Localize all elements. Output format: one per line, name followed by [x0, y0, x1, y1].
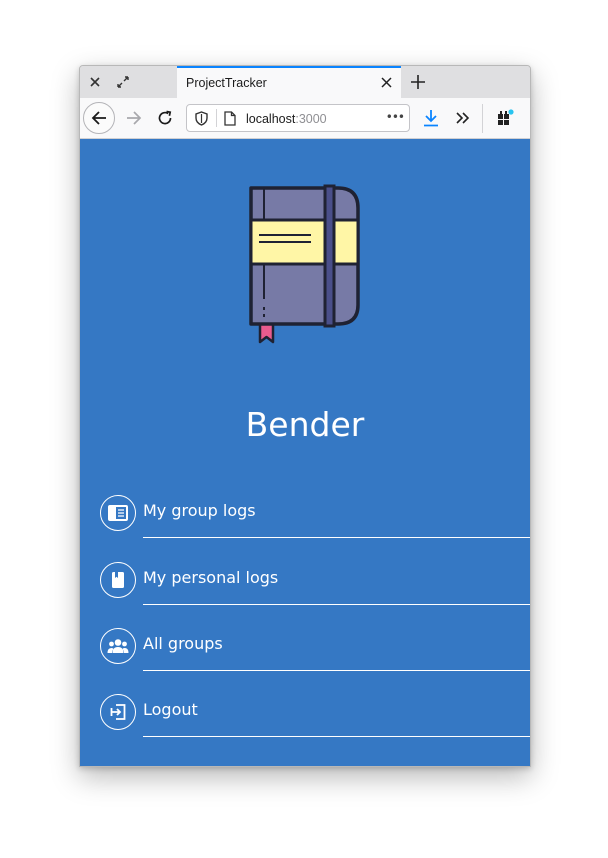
- close-icon: [90, 77, 100, 87]
- close-icon: [380, 76, 392, 88]
- tab-title: ProjectTracker: [186, 76, 267, 90]
- page-icon: [224, 110, 236, 126]
- menu-item-label: My personal logs: [143, 568, 279, 587]
- window-maximize-button[interactable]: [110, 66, 136, 98]
- notebook-icon: [249, 184, 360, 344]
- puzzle-icon: [498, 109, 514, 125]
- logout-icon: [100, 694, 136, 730]
- plus-icon: [411, 75, 425, 89]
- browser-window: ProjectTracker localhost:3000 ••• Bender…: [79, 65, 531, 767]
- tracking-protection-button[interactable]: [192, 109, 210, 127]
- tab-close-button[interactable]: [377, 73, 395, 91]
- menu-item-group-logs[interactable]: My group logs: [80, 492, 530, 548]
- navigation-toolbar: localhost:3000 •••: [80, 98, 530, 139]
- user-name: Bender: [245, 405, 365, 444]
- new-tab-button[interactable]: [407, 70, 429, 94]
- download-icon: [424, 110, 438, 127]
- app-content: Bender My group logs My personal logs Al…: [80, 139, 530, 766]
- overflow-menu-button[interactable]: [452, 104, 474, 132]
- menu-divider: [143, 537, 530, 538]
- group-log-icon: [100, 495, 136, 531]
- url-port: :3000: [295, 112, 327, 126]
- menu-item-all-groups[interactable]: All groups: [80, 625, 530, 681]
- window-close-button[interactable]: [82, 66, 108, 98]
- page-actions-button[interactable]: •••: [386, 110, 405, 124]
- back-button[interactable]: [83, 102, 115, 134]
- reload-icon: [158, 110, 172, 125]
- url-host: localhost: [246, 112, 296, 126]
- personal-log-icon: [100, 562, 136, 598]
- arrow-right-icon: [127, 111, 142, 125]
- site-info-button[interactable]: [221, 109, 239, 127]
- groups-icon: [100, 628, 136, 664]
- menu-item-label: My group logs: [143, 501, 256, 520]
- menu-item-personal-logs[interactable]: My personal logs: [80, 559, 530, 615]
- menu-divider: [143, 604, 530, 605]
- downloads-button[interactable]: [420, 104, 442, 132]
- menu-divider: [143, 736, 530, 737]
- tab-active[interactable]: ProjectTracker: [177, 66, 401, 98]
- arrow-left-icon: [91, 111, 106, 125]
- menu-item-logout[interactable]: Logout: [80, 691, 530, 747]
- menu-item-label: Logout: [143, 700, 198, 719]
- urlbar-separator: [216, 109, 217, 127]
- maximize-icon: [117, 76, 129, 88]
- tab-bar: ProjectTracker: [80, 66, 530, 98]
- url-text[interactable]: localhost:3000: [246, 112, 327, 126]
- chevrons-right-icon: [456, 112, 470, 124]
- forward-button[interactable]: [120, 102, 148, 134]
- menu-item-label: All groups: [143, 634, 223, 653]
- reload-button[interactable]: [151, 102, 179, 134]
- shield-icon: [194, 110, 208, 126]
- address-bar[interactable]: localhost:3000 •••: [186, 104, 410, 132]
- toolbar-separator: [482, 104, 483, 133]
- menu-divider: [143, 670, 530, 671]
- extensions-button[interactable]: [492, 104, 518, 132]
